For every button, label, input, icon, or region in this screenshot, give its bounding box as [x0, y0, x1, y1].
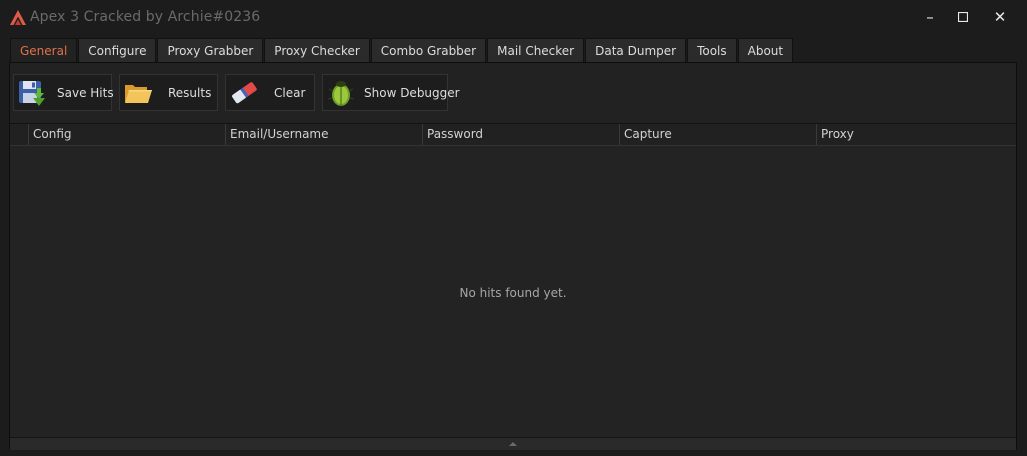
- general-panel: Save Hits Results Clear Show Debugger Co…: [9, 62, 1017, 450]
- clear-button[interactable]: Clear: [225, 74, 315, 111]
- save-hits-label: Save Hits: [57, 86, 114, 100]
- bug-icon: [327, 81, 355, 106]
- save-hits-button[interactable]: Save Hits: [13, 74, 114, 111]
- column-email-username[interactable]: Email/Username: [225, 124, 422, 145]
- close-icon: ✕: [993, 8, 1007, 26]
- close-button[interactable]: ✕: [985, 6, 1015, 28]
- tab-data-dumper[interactable]: Data Dumper: [585, 38, 687, 62]
- maximize-icon: [958, 12, 968, 22]
- tab-about[interactable]: About: [737, 38, 794, 62]
- tab-configure[interactable]: Configure: [78, 38, 157, 62]
- bottom-splitter[interactable]: [10, 437, 1016, 450]
- column-password[interactable]: Password: [422, 124, 619, 145]
- minimize-button[interactable]: –: [915, 6, 945, 28]
- column-capture[interactable]: Capture: [619, 124, 816, 145]
- chevron-up-icon[interactable]: [508, 440, 518, 448]
- floppy-disk-icon: [19, 81, 45, 106]
- folder-icon: [125, 85, 152, 103]
- tab-proxy-grabber[interactable]: Proxy Grabber: [157, 38, 264, 62]
- clear-label: Clear: [274, 86, 306, 100]
- eraser-icon: [232, 82, 257, 104]
- tab-proxy-checker[interactable]: Proxy Checker: [264, 38, 370, 62]
- column-config[interactable]: Config: [28, 124, 225, 145]
- empty-state-message: No hits found yet.: [459, 286, 567, 300]
- title-bar: Apex 3 Cracked by Archie#0236 – ✕: [0, 0, 1027, 34]
- main-tabs: General Configure Proxy Grabber Proxy Ch…: [10, 38, 794, 63]
- show-debugger-label: Show Debugger: [364, 86, 460, 100]
- show-debugger-button[interactable]: Show Debugger: [322, 74, 460, 111]
- tab-mail-checker[interactable]: Mail Checker: [487, 38, 585, 62]
- apex-logo-icon: [10, 10, 26, 25]
- results-button[interactable]: Results: [119, 74, 218, 111]
- column-proxy[interactable]: Proxy: [816, 124, 1016, 145]
- table-header: Config Email/Username Password Capture P…: [10, 124, 1016, 146]
- tab-general[interactable]: General: [10, 38, 78, 63]
- maximize-button[interactable]: [948, 6, 978, 28]
- results-label: Results: [168, 86, 212, 100]
- minimize-icon: –: [926, 8, 934, 26]
- tab-combo-grabber[interactable]: Combo Grabber: [370, 38, 487, 62]
- tab-tools[interactable]: Tools: [687, 38, 737, 62]
- hits-table: Config Email/Username Password Capture P…: [10, 123, 1016, 437]
- window-title: Apex 3 Cracked by Archie#0236: [30, 9, 261, 25]
